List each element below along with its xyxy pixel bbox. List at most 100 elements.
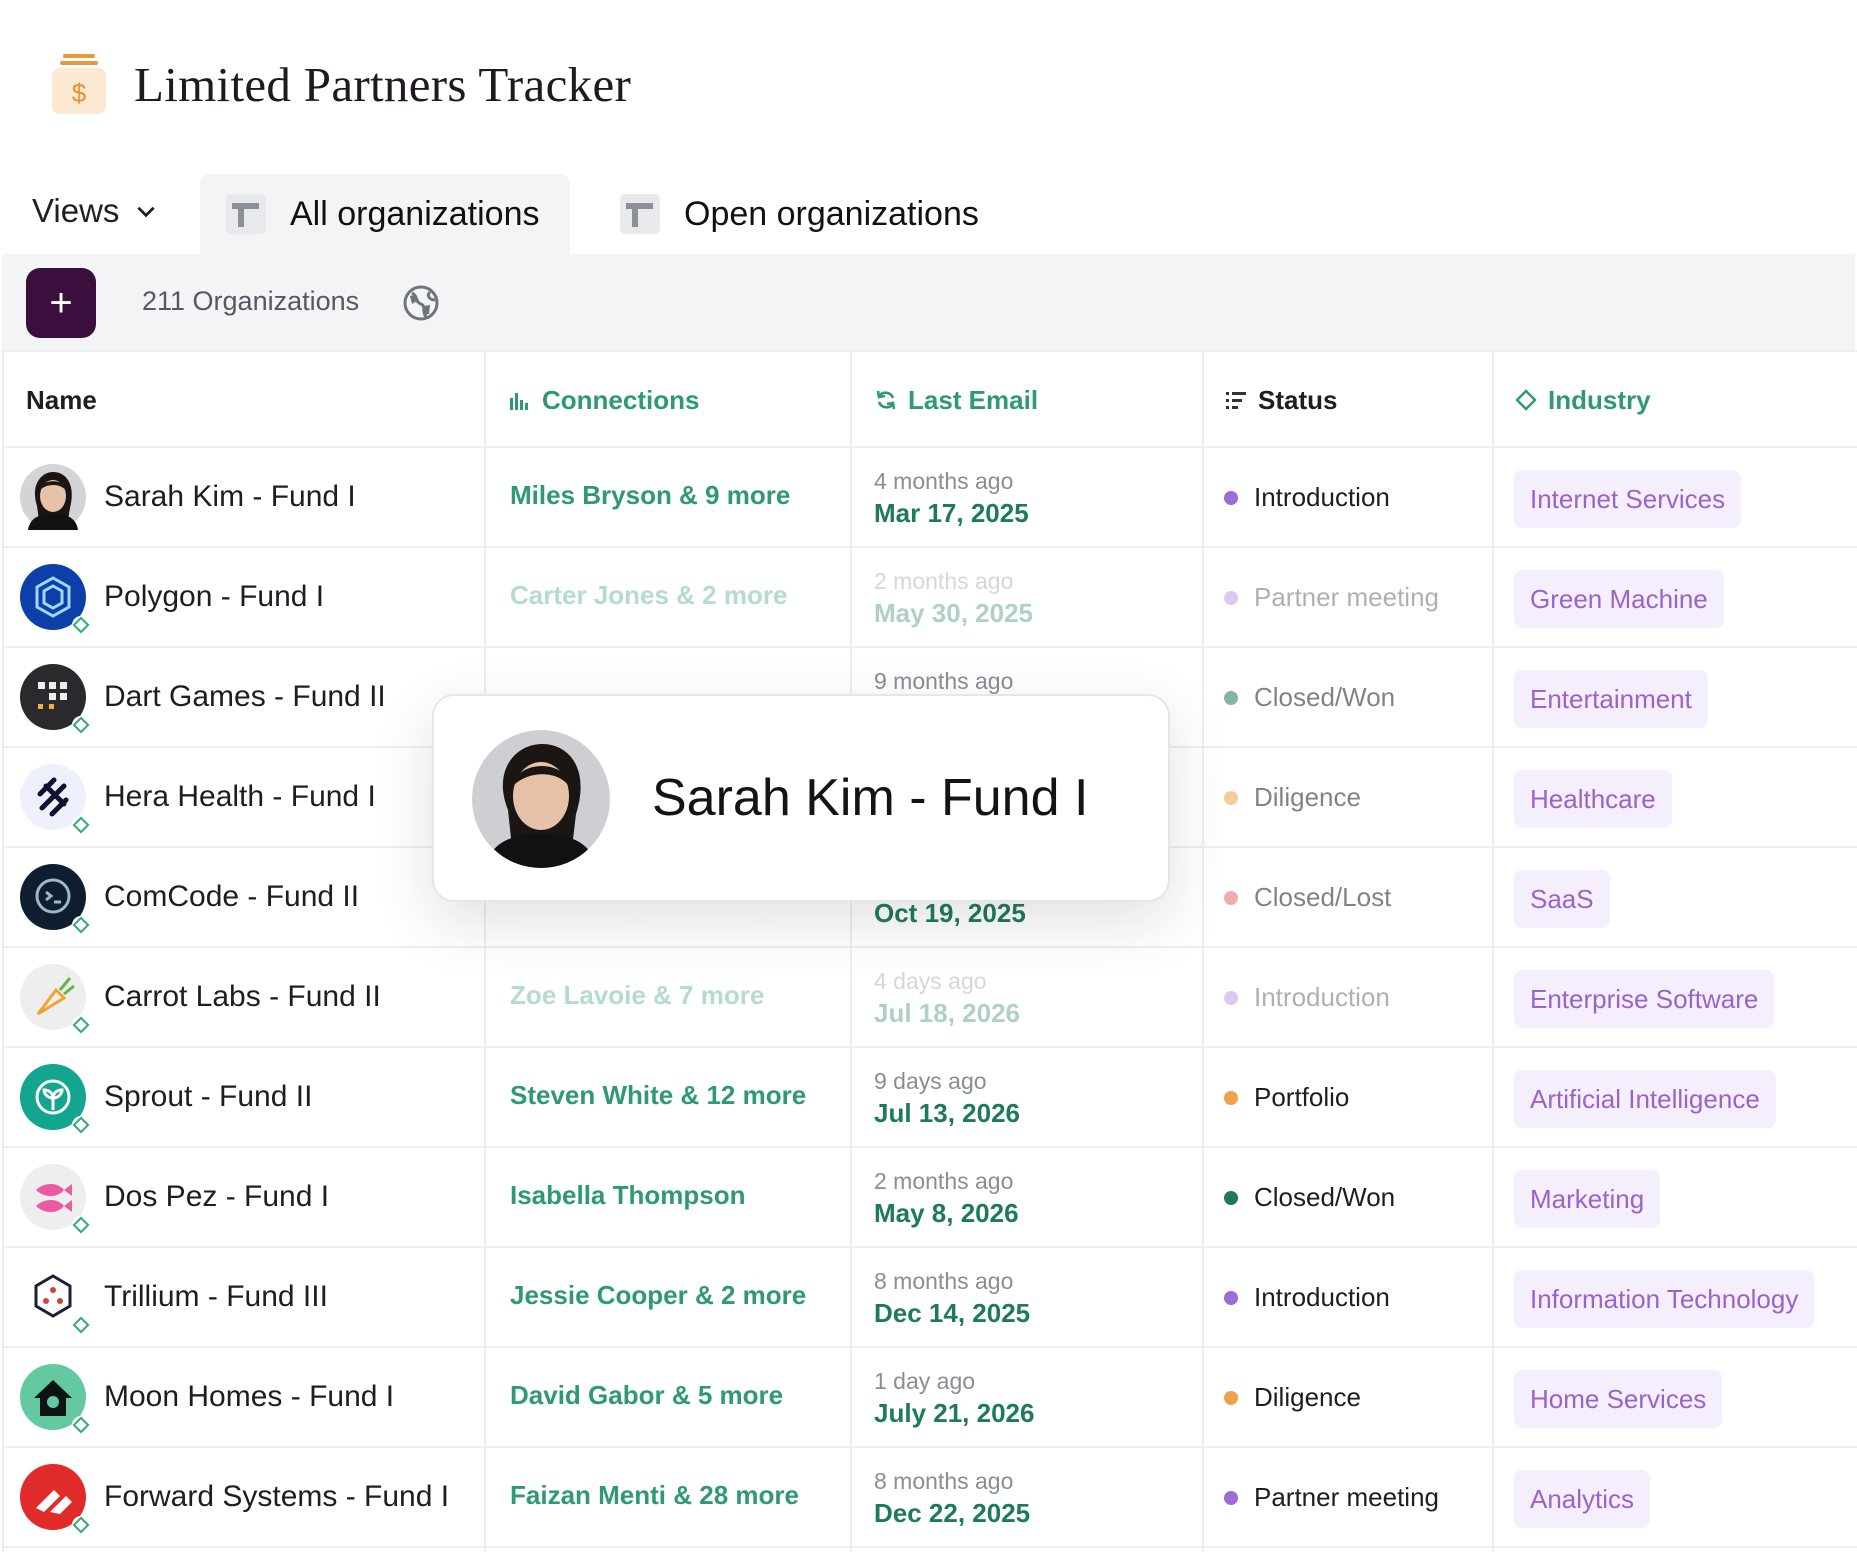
status-dot bbox=[1224, 490, 1238, 505]
industry-tag[interactable]: Enterprise Software bbox=[1514, 970, 1775, 1028]
status-badge[interactable]: Portfolio bbox=[1224, 1082, 1349, 1113]
table-row[interactable]: Sprout - Fund II Steven White & 12 more 9 … bbox=[4, 1048, 1857, 1148]
last-email-date: Mar 17, 2025 bbox=[874, 498, 1029, 528]
organization-name[interactable]: Forward Systems - Fund I bbox=[104, 1480, 449, 1514]
status-label: Diligence bbox=[1254, 782, 1361, 812]
column-label: Name bbox=[26, 384, 97, 415]
organization-name[interactable]: Sarah Kim - Fund I bbox=[104, 480, 356, 514]
status-dot bbox=[1224, 1190, 1238, 1205]
connections-link[interactable]: David Gabor & 5 more bbox=[510, 1380, 783, 1411]
organization-name[interactable]: Sprout - Fund II bbox=[104, 1080, 312, 1114]
column-label: Last Email bbox=[908, 384, 1039, 415]
popover-title: Sarah Kim - Fund I bbox=[652, 769, 1089, 827]
status-badge[interactable]: Diligence bbox=[1224, 1382, 1361, 1413]
status-badge[interactable]: Partner meeting bbox=[1224, 582, 1439, 613]
verified-badge-icon bbox=[72, 1216, 90, 1234]
add-organization-button[interactable]: + bbox=[26, 268, 96, 338]
avatar bbox=[20, 464, 86, 530]
status-label: Portfolio bbox=[1254, 1082, 1350, 1112]
column-status[interactable]: Status bbox=[1224, 352, 1337, 448]
industry-tag[interactable]: Internet Services bbox=[1514, 470, 1742, 528]
bar-chart-icon bbox=[510, 393, 528, 410]
status-badge[interactable]: Closed/Won bbox=[1224, 1182, 1395, 1213]
money-bag-icon: $ bbox=[52, 54, 106, 114]
table-row[interactable]: Dos Pez - Fund I Isabella Thompson 2 month… bbox=[4, 1148, 1857, 1248]
list-status-icon bbox=[1226, 392, 1246, 409]
status-dot bbox=[1224, 1290, 1238, 1305]
last-email-date: Jul 18, 2026 bbox=[874, 998, 1020, 1028]
industry-tag[interactable]: Analytics bbox=[1514, 1470, 1651, 1528]
organization-name[interactable]: Moon Homes - Fund I bbox=[104, 1380, 394, 1414]
organization-name[interactable]: ComCode - Fund II bbox=[104, 880, 359, 914]
organization-count: 211 Organizations bbox=[142, 286, 360, 316]
industry-tag[interactable]: SaaS bbox=[1514, 870, 1610, 928]
last-email-relative: 1 day ago bbox=[874, 1368, 976, 1394]
avatar bbox=[20, 1264, 90, 1334]
connections-link[interactable]: Isabella Thompson bbox=[510, 1180, 746, 1211]
last-email-relative: 2 months ago bbox=[874, 568, 1014, 594]
table-row[interactable]: Trillium - Fund III Jessie Cooper & 2 mor… bbox=[4, 1248, 1857, 1348]
organization-name[interactable]: Dart Games - Fund II bbox=[104, 680, 386, 714]
table-row[interactable]: Carrot Labs - Fund II Zoe Lavoie & 7 more… bbox=[4, 948, 1857, 1048]
connections-link[interactable]: Faizan Menti & 28 more bbox=[510, 1480, 799, 1511]
verified-badge-icon bbox=[72, 1416, 90, 1434]
connections-link[interactable]: Carter Jones & 2 more bbox=[510, 580, 787, 611]
table-row[interactable]: Polygon - Fund I Carter Jones & 2 more 2 m… bbox=[4, 548, 1857, 648]
status-badge[interactable]: Diligence bbox=[1224, 782, 1361, 813]
column-connections[interactable]: Connections bbox=[508, 352, 699, 448]
status-badge[interactable]: Closed/Lost bbox=[1224, 882, 1391, 913]
table-row[interactable]: Sarah Kim - Fund I Miles Bryson & 9 more 4… bbox=[4, 448, 1857, 548]
toolbar: + 211 Organizations bbox=[2, 254, 1855, 350]
last-email-date: May 30, 2025 bbox=[874, 598, 1034, 628]
column-label: Status bbox=[1258, 384, 1338, 415]
organization-name[interactable]: Hera Health - Fund I bbox=[104, 780, 376, 814]
column-label: Industry bbox=[1548, 384, 1651, 415]
status-dot bbox=[1224, 990, 1238, 1005]
table-header: Name Connections Last Email Status Indus… bbox=[4, 350, 1857, 448]
last-email-date: Oct 19, 2025 bbox=[874, 898, 1026, 928]
views-label: Views bbox=[32, 192, 120, 229]
status-badge[interactable]: Introduction bbox=[1224, 982, 1390, 1013]
tab-all-organizations[interactable]: All organizations bbox=[200, 174, 570, 254]
globe-icon[interactable] bbox=[402, 284, 440, 322]
table-icon bbox=[226, 194, 266, 234]
status-badge[interactable]: Closed/Won bbox=[1224, 682, 1395, 713]
organization-name[interactable]: Carrot Labs - Fund II bbox=[104, 980, 381, 1014]
column-divider bbox=[1202, 350, 1204, 1552]
industry-tag[interactable]: Marketing bbox=[1514, 1170, 1661, 1228]
connections-link[interactable]: Miles Bryson & 9 more bbox=[510, 480, 790, 511]
organization-name[interactable]: Trillium - Fund III bbox=[104, 1280, 328, 1314]
connections-link[interactable]: Steven White & 12 more bbox=[510, 1080, 806, 1111]
record-popover[interactable]: Sarah Kim - Fund I bbox=[432, 694, 1170, 902]
organization-name[interactable]: Polygon - Fund I bbox=[104, 580, 324, 614]
industry-tag[interactable]: Information Technology bbox=[1514, 1270, 1815, 1328]
tab-open-organizations[interactable]: Open organizations bbox=[620, 174, 979, 254]
status-label: Closed/Lost bbox=[1254, 882, 1392, 912]
avatar bbox=[20, 964, 90, 1034]
status-badge[interactable]: Partner meeting bbox=[1224, 1482, 1439, 1513]
views-dropdown[interactable]: Views bbox=[32, 192, 159, 230]
status-badge[interactable]: Introduction bbox=[1224, 482, 1390, 513]
column-industry[interactable]: Industry bbox=[1514, 352, 1651, 448]
status-dot bbox=[1224, 590, 1238, 605]
industry-tag[interactable]: Entertainment bbox=[1514, 670, 1708, 728]
column-divider bbox=[484, 350, 486, 1552]
column-divider bbox=[1492, 350, 1494, 1552]
avatar bbox=[20, 864, 90, 934]
industry-tag[interactable]: Artificial Intelligence bbox=[1514, 1070, 1776, 1128]
industry-tag[interactable]: Home Services bbox=[1514, 1370, 1723, 1428]
last-email-date: May 8, 2026 bbox=[874, 1198, 1019, 1228]
tab-label: All organizations bbox=[290, 194, 540, 233]
organization-name[interactable]: Dos Pez - Fund I bbox=[104, 1180, 329, 1214]
industry-tag[interactable]: Healthcare bbox=[1514, 770, 1672, 828]
verified-badge-icon bbox=[72, 1516, 90, 1534]
column-name[interactable]: Name bbox=[26, 352, 97, 448]
connections-link[interactable]: Zoe Lavoie & 7 more bbox=[510, 980, 764, 1011]
status-badge[interactable]: Introduction bbox=[1224, 1282, 1390, 1313]
column-last-email[interactable]: Last Email bbox=[874, 352, 1038, 448]
industry-tag[interactable]: Green Machine bbox=[1514, 570, 1724, 628]
table-row[interactable]: Moon Homes - Fund I David Gabor & 5 more 1… bbox=[4, 1348, 1857, 1448]
table-row[interactable]: Forward Systems - Fund I Faizan Menti & 2… bbox=[4, 1448, 1857, 1548]
connections-link[interactable]: Jessie Cooper & 2 more bbox=[510, 1280, 806, 1311]
status-dot bbox=[1224, 1090, 1238, 1105]
